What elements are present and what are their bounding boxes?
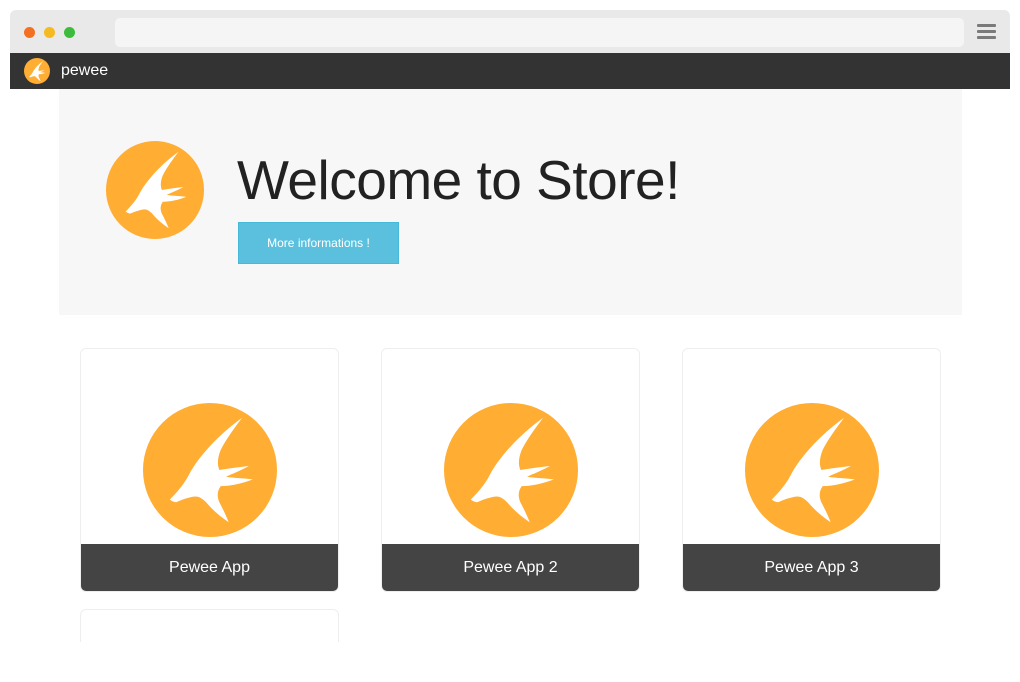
- navbar-brand[interactable]: pewee: [24, 58, 108, 84]
- pewee-bird-icon: [444, 403, 578, 537]
- address-bar[interactable]: [115, 18, 964, 47]
- maximize-window-button[interactable]: [64, 27, 75, 38]
- app-card-pewee-app[interactable]: Pewee App: [80, 348, 339, 592]
- close-window-button[interactable]: [24, 27, 35, 38]
- pewee-bird-icon: [143, 403, 277, 537]
- app-card-title: Pewee App 2: [382, 544, 639, 591]
- more-informations-button[interactable]: More informations !: [238, 222, 399, 264]
- minimize-window-button[interactable]: [44, 27, 55, 38]
- app-card-title: Pewee App 3: [683, 544, 940, 591]
- app-card-partial[interactable]: [80, 609, 339, 642]
- navbar-brand-label: pewee: [61, 62, 109, 79]
- browser-toolbar: [10, 10, 1010, 53]
- app-card-title: Pewee App: [81, 544, 338, 591]
- pewee-bird-icon: [106, 141, 204, 239]
- browser-window: pewee Welcome to Store! More information…: [10, 10, 1010, 642]
- pewee-bird-icon: [24, 58, 50, 84]
- hamburger-menu-icon[interactable]: [977, 24, 996, 40]
- page-title: Welcome to Store!: [237, 149, 680, 211]
- hero-jumbotron: Welcome to Store! More informations !: [59, 89, 962, 315]
- pewee-bird-icon: [745, 403, 879, 537]
- app-card-pewee-app-3[interactable]: Pewee App 3: [682, 348, 941, 592]
- navbar: pewee: [10, 53, 1010, 89]
- app-card-pewee-app-2[interactable]: Pewee App 2: [381, 348, 640, 592]
